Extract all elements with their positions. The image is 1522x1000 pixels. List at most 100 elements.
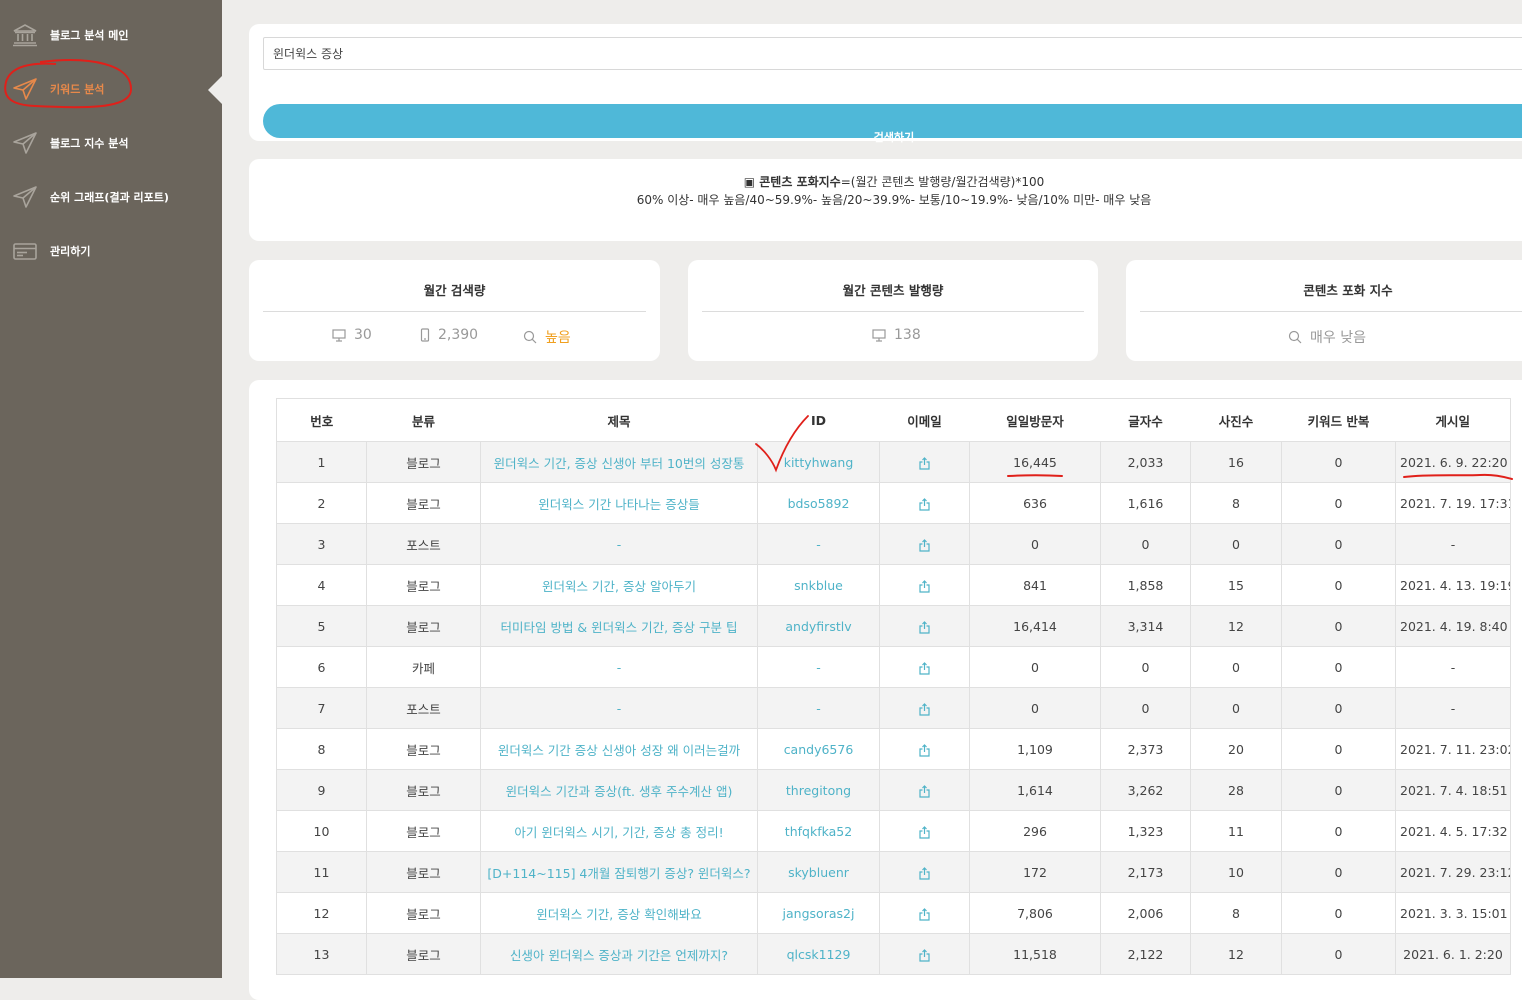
sidebar-item-blog-analysis-main[interactable]: 블로그 분석 메인 bbox=[0, 15, 222, 55]
row-email[interactable] bbox=[879, 687, 970, 729]
results-table: 번호 분류 제목 ID 이메일 일일방문자 글자수 사진수 키워드 반복 게시일… bbox=[276, 398, 1511, 975]
row-category: 블로그 bbox=[366, 605, 481, 647]
row-keyword-repeat: 0 bbox=[1281, 728, 1396, 770]
col-header-photo-count[interactable]: 사진수 bbox=[1190, 398, 1282, 442]
row-post-date: 2021. 4. 5. 17:32 bbox=[1395, 810, 1511, 852]
sidebar-item-blog-index-analysis[interactable]: 블로그 지수 분석 bbox=[0, 123, 222, 163]
row-title-link: - bbox=[480, 646, 758, 688]
search-button[interactable]: 검색하기 bbox=[263, 104, 1522, 144]
row-email[interactable] bbox=[879, 769, 970, 811]
row-keyword-repeat: 0 bbox=[1281, 441, 1396, 483]
row-blog-id[interactable]: skybluenr bbox=[757, 851, 880, 893]
row-email[interactable] bbox=[879, 851, 970, 893]
search-icon bbox=[1288, 330, 1302, 344]
row-email[interactable] bbox=[879, 933, 970, 975]
row-char-count: 2,033 bbox=[1100, 441, 1191, 483]
row-blog-id[interactable]: candy6576 bbox=[757, 728, 880, 770]
search-input[interactable] bbox=[263, 37, 1522, 70]
row-number: 3 bbox=[276, 523, 367, 565]
row-email[interactable] bbox=[879, 728, 970, 770]
row-daily-visitors: 7,806 bbox=[969, 892, 1101, 934]
row-title-link[interactable]: 윈더윅스 기간 나타나는 증상들 bbox=[480, 482, 758, 524]
row-number: 10 bbox=[276, 810, 367, 852]
row-blog-id[interactable]: snkblue bbox=[757, 564, 880, 606]
row-email[interactable] bbox=[879, 646, 970, 688]
share-icon bbox=[919, 579, 930, 593]
row-email[interactable] bbox=[879, 523, 970, 565]
share-icon bbox=[919, 497, 930, 511]
row-title-link[interactable]: 신생아 윈더윅스 증상과 기간은 언제까지? bbox=[480, 933, 758, 975]
row-title-link[interactable]: 윈더윅스 기간 증상 신생아 성장 왜 이러는걸까 bbox=[480, 728, 758, 770]
col-header-keyword-repeat[interactable]: 키워드 반복 bbox=[1281, 398, 1396, 442]
table-row: 12 블로그 윈더윅스 기간, 증상 확인해봐요 jangsoras2j 7,806 2,… bbox=[276, 892, 1511, 934]
row-post-date: - bbox=[1395, 687, 1511, 729]
mobile-search-count: 2,390 bbox=[420, 327, 478, 343]
row-blog-id[interactable]: thregitong bbox=[757, 769, 880, 811]
row-email[interactable] bbox=[879, 605, 970, 647]
row-title-link[interactable]: 윈더윅스 기간, 증상 신생아 부터 10번의 성장통 bbox=[480, 441, 758, 483]
sidebar-item-rank-graph[interactable]: 순위 그래프(결과 리포트) bbox=[0, 177, 222, 217]
col-header-char-count[interactable]: 글자수 bbox=[1100, 398, 1191, 442]
row-title-link: - bbox=[480, 523, 758, 565]
row-email[interactable] bbox=[879, 810, 970, 852]
divider bbox=[263, 311, 646, 312]
paper-plane-icon bbox=[12, 77, 38, 101]
sidebar-item-label: 순위 그래프(결과 리포트) bbox=[50, 191, 169, 204]
row-blog-id[interactable]: jangsoras2j bbox=[757, 892, 880, 934]
row-daily-visitors: 16,445 bbox=[969, 441, 1101, 483]
row-keyword-repeat: 0 bbox=[1281, 892, 1396, 934]
row-daily-visitors: 0 bbox=[969, 646, 1101, 688]
sidebar-item-keyword-analysis[interactable]: 키워드 분석 bbox=[0, 69, 222, 109]
col-header-id[interactable]: ID bbox=[757, 398, 880, 442]
row-char-count: 1,616 bbox=[1100, 482, 1191, 524]
row-photo-count: 12 bbox=[1190, 605, 1282, 647]
row-blog-id[interactable]: andyfirstlv bbox=[757, 605, 880, 647]
col-header-email[interactable]: 이메일 bbox=[879, 398, 970, 442]
row-daily-visitors: 172 bbox=[969, 851, 1101, 893]
row-number: 11 bbox=[276, 851, 367, 893]
table-row: 8 블로그 윈더윅스 기간 증상 신생아 성장 왜 이러는걸까 candy6576 1,… bbox=[276, 728, 1511, 770]
row-blog-id[interactable]: thfqkfka52 bbox=[757, 810, 880, 852]
col-header-category[interactable]: 분류 bbox=[366, 398, 481, 442]
saturation-formula: ▣ 콘텐츠 포화지수=(월간 콘텐츠 발행량/월간검색량)*100 bbox=[249, 173, 1522, 190]
row-number: 12 bbox=[276, 892, 367, 934]
row-category: 블로그 bbox=[366, 482, 481, 524]
col-header-number[interactable]: 번호 bbox=[276, 398, 367, 442]
saturation-card: 콘텐츠 포화 지수 매우 낮음 bbox=[1126, 260, 1522, 361]
row-blog-id[interactable]: bdso5892 bbox=[757, 482, 880, 524]
row-photo-count: 12 bbox=[1190, 933, 1282, 975]
row-email[interactable] bbox=[879, 482, 970, 524]
row-char-count: 3,262 bbox=[1100, 769, 1191, 811]
col-header-post-date[interactable]: 게시일 bbox=[1395, 398, 1511, 442]
row-number: 7 bbox=[276, 687, 367, 729]
share-icon bbox=[919, 661, 930, 675]
row-category: 블로그 bbox=[366, 728, 481, 770]
row-category: 블로그 bbox=[366, 851, 481, 893]
row-email[interactable] bbox=[879, 564, 970, 606]
row-title-link[interactable]: 윈더윅스 기간, 증상 알아두기 bbox=[480, 564, 758, 606]
row-title-link[interactable]: [D+114~115] 4개월 잠퇴행기 증상? 윈더윅스? bbox=[480, 851, 758, 893]
row-blog-id[interactable]: qlcsk1129 bbox=[757, 933, 880, 975]
row-photo-count: 20 bbox=[1190, 728, 1282, 770]
row-category: 포스트 bbox=[366, 687, 481, 729]
row-blog-id[interactable]: kittyhwang bbox=[757, 441, 880, 483]
row-number: 13 bbox=[276, 933, 367, 975]
share-icon bbox=[919, 825, 930, 839]
row-post-date: 2021. 3. 3. 15:01 bbox=[1395, 892, 1511, 934]
sidebar-item-manage[interactable]: 관리하기 bbox=[0, 231, 222, 271]
row-email[interactable] bbox=[879, 441, 970, 483]
row-title-link[interactable]: 터미타임 방법 & 윈더윅스 기간, 증상 구분 팁 bbox=[480, 605, 758, 647]
row-photo-count: 11 bbox=[1190, 810, 1282, 852]
row-char-count: 1,323 bbox=[1100, 810, 1191, 852]
row-title-link[interactable]: 윈더윅스 기간, 증상 확인해봐요 bbox=[480, 892, 758, 934]
row-title-link[interactable]: 아기 윈더윅스 시기, 기간, 증상 총 정리! bbox=[480, 810, 758, 852]
active-indicator bbox=[208, 76, 222, 104]
share-icon bbox=[919, 620, 930, 634]
col-header-title[interactable]: 제목 bbox=[480, 398, 758, 442]
row-title-link[interactable]: 윈더윅스 기간과 증상(ft. 생후 주수계산 앱) bbox=[480, 769, 758, 811]
row-char-count: 2,006 bbox=[1100, 892, 1191, 934]
row-email[interactable] bbox=[879, 892, 970, 934]
row-category: 블로그 bbox=[366, 441, 481, 483]
col-header-daily-visitors[interactable]: 일일방문자 bbox=[969, 398, 1101, 442]
row-category: 카페 bbox=[366, 646, 481, 688]
